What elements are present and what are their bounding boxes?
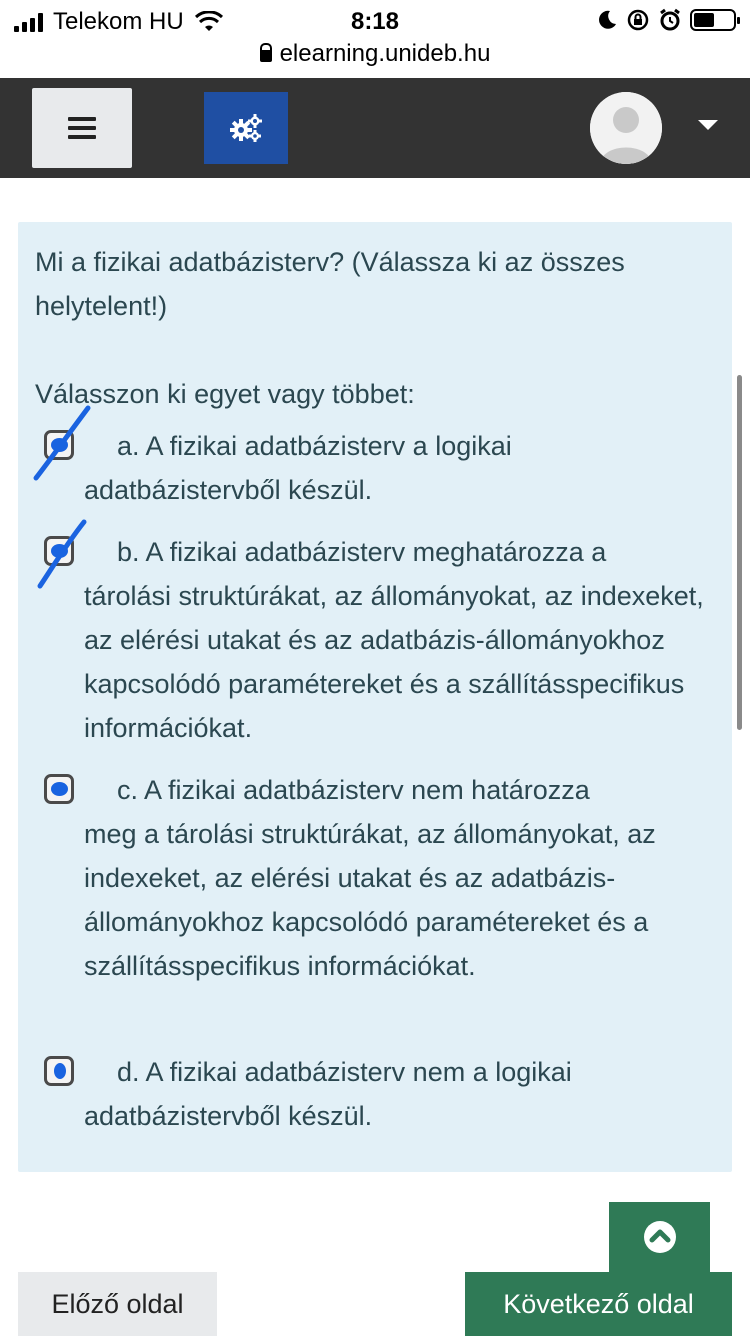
answer-letter: d. <box>117 1057 140 1087</box>
answer-line: A fizikai adatbázisterv a logikai <box>145 431 512 461</box>
checkbox-c[interactable] <box>44 774 74 804</box>
answer-a-text: a. A fizikai adatbázisterv a logikai ada… <box>84 424 724 512</box>
answer-continuation: tárolási struktúrákat, az állományokat, … <box>84 581 704 743</box>
check-mark <box>54 1063 66 1079</box>
back-to-top-button[interactable] <box>609 1202 710 1272</box>
status-bar: Telekom HU 8:18 <box>0 0 750 40</box>
next-page-button[interactable]: Következő oldal <box>465 1272 732 1336</box>
answer-b-text: b. A fizikai adatbázisterv meghatározza … <box>84 530 724 750</box>
answer-continuation: adatbázistervből készül. <box>84 475 373 505</box>
question-text: Mi a fizikai adatbázisterv? (Válassza ki… <box>35 247 625 321</box>
answer-line: A fizikai adatbázisterv nem a logikai <box>145 1057 572 1087</box>
url-bar[interactable]: elearning.unideb.hu <box>0 40 750 76</box>
hamburger-icon <box>68 112 96 144</box>
checkbox-d[interactable] <box>44 1056 74 1086</box>
check-mark <box>51 782 68 796</box>
moon-icon <box>599 10 616 29</box>
battery-icon <box>690 9 740 31</box>
answer-c-text: c. A fizikai adatbázisterv nem határozza… <box>84 768 724 988</box>
answer-d-text: d. A fizikai adatbázisterv nem a logikai… <box>84 1050 724 1138</box>
avatar[interactable] <box>590 92 662 164</box>
status-right <box>596 8 740 32</box>
answer-continuation: meg a tárolási struktúrákat, az állomány… <box>84 819 656 981</box>
answer-letter: c. <box>117 775 139 805</box>
pen-annotation-b <box>37 519 87 589</box>
rotation-lock-icon <box>627 9 649 31</box>
answer-line: A fizikai adatbázisterv nem határozza <box>144 775 590 805</box>
gears-icon <box>230 114 262 142</box>
chevron-up-icon <box>643 1221 676 1253</box>
url-text: elearning.unideb.hu <box>279 40 491 67</box>
answer-continuation: adatbázistervből készül. <box>84 1101 373 1131</box>
settings-button[interactable] <box>204 92 288 164</box>
top-navbar <box>0 78 750 178</box>
lock-icon <box>259 43 272 62</box>
menu-button[interactable] <box>32 88 132 168</box>
scrollbar[interactable] <box>737 375 742 730</box>
answer-letter: a. <box>117 431 140 461</box>
answer-letter: b. <box>117 537 140 567</box>
answer-line: A fizikai adatbázisterv meghatározza a <box>145 537 607 567</box>
alarm-icon <box>660 8 680 31</box>
previous-page-button[interactable]: Előző oldal <box>18 1272 217 1336</box>
user-silhouette-icon <box>590 92 662 164</box>
caret-down-icon[interactable] <box>698 120 718 130</box>
pen-annotation-a <box>33 405 91 481</box>
